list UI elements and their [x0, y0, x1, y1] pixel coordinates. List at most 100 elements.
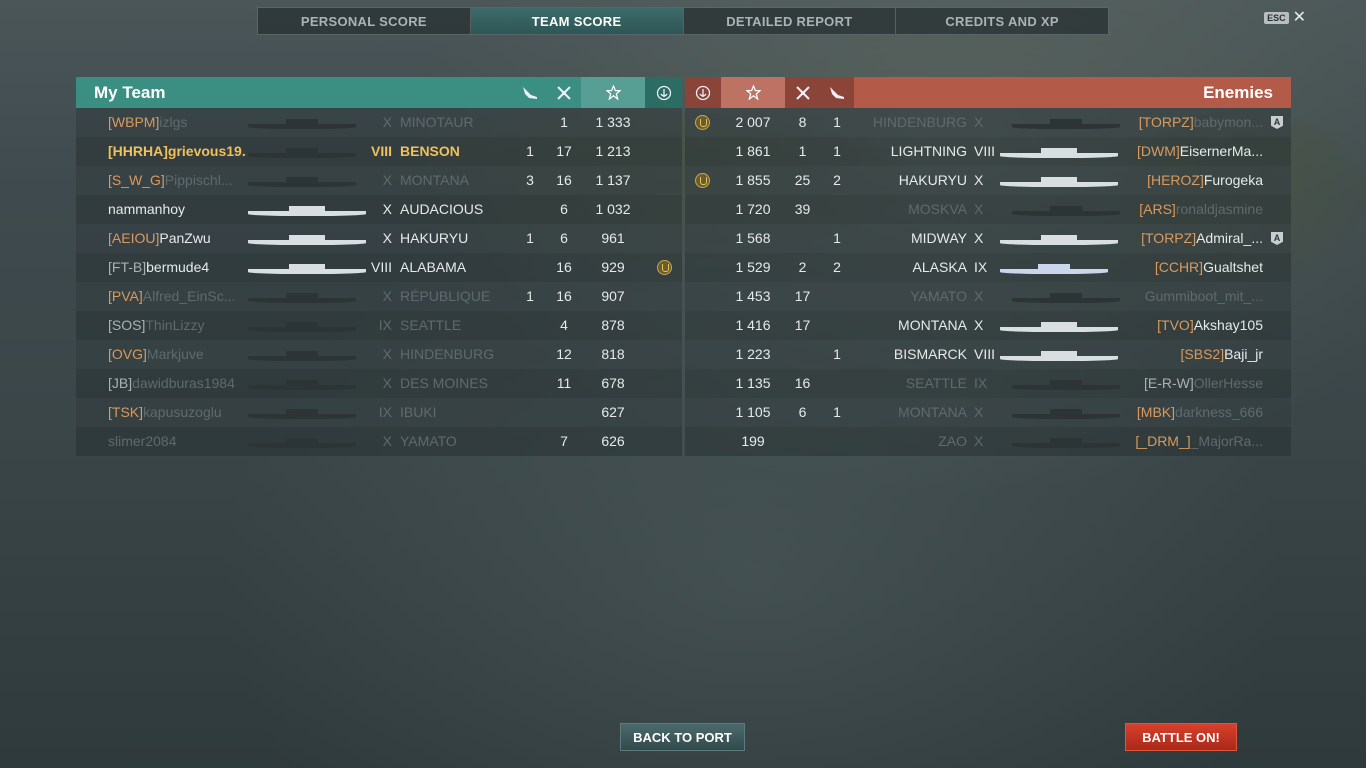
ship-tier: VIII [974, 143, 996, 159]
my-team-row[interactable]: [JB]dawidburas1984 X DES MOINES 11 678 [76, 369, 682, 398]
enemy-row[interactable]: 1 855 25 2 HAKURYU X [HEROZ]Furogeka [685, 166, 1291, 195]
ship-tier: IX [974, 375, 988, 391]
player-name-cell: [JB]dawidburas1984 [108, 369, 246, 398]
planes-destroyed: 1 [833, 346, 841, 362]
enemy-row[interactable]: 1 720 39 MOSKVA X [ARS]ronaldjasmine [685, 195, 1291, 224]
ship-tier: VIII [370, 259, 392, 275]
player-name: babymon... [1193, 114, 1263, 130]
player-name: kapusuzoglu [143, 404, 222, 420]
player-name: izlgs [159, 114, 188, 130]
enemy-row[interactable]: 2 007 8 1 HINDENBURG X [TORPZ]babymon... A [685, 108, 1291, 137]
ship-silhouette-icon [1000, 175, 1118, 187]
my-team-row[interactable]: [PVA]Alfred_EinSc... X RÉPUBLIQUE 1 16 907 [76, 282, 682, 311]
planes-destroyed: 1 [833, 143, 841, 159]
ship-silhouette-icon [248, 436, 356, 448]
tab-detailed-report[interactable]: DETAILED REPORT [684, 8, 897, 34]
ship-tier: X [974, 433, 984, 449]
ship-name: ALABAMA [400, 259, 467, 275]
ship-tier: X [974, 114, 984, 130]
enemy-row[interactable]: 1 223 1 BISMARCK VIII [SBS2]Baji_jr [685, 340, 1291, 369]
player-name-cell: [AEIOU]PanZwu [108, 224, 246, 253]
clan-tag: [TORPZ] [1138, 114, 1194, 130]
base-xp-score: 907 [601, 288, 625, 304]
planes-destroyed [513, 253, 547, 282]
kills-count: 12 [556, 346, 572, 362]
enemy-row[interactable]: 1 529 2 2 ALASKA IX [CCHR]Gualtshet [685, 253, 1291, 282]
enemy-row[interactable]: 199 ZAO X [_DRM_]_MajorRa... [685, 427, 1291, 456]
base-xp-score: 1 855 [735, 172, 771, 188]
back-to-port-button[interactable]: BACK TO PORT [620, 723, 745, 751]
tab-personal-score[interactable]: PERSONAL SCORE [258, 8, 471, 34]
my-team-row[interactable]: slimer2084 X YAMATO 7 626 [76, 427, 682, 456]
kills-count: 1 [798, 143, 807, 159]
kills-count: 25 [794, 172, 811, 188]
player-name-cell: nammanhoy [108, 195, 246, 224]
base-xp-score: 1 135 [735, 375, 771, 391]
ship-tier: X [382, 288, 392, 304]
close-control[interactable]: ESC ✕ [1264, 10, 1306, 26]
player-name-cell: [HEROZ]Furogeka [1117, 166, 1263, 195]
medal-icon [657, 260, 672, 275]
kills-count: 16 [556, 288, 572, 304]
my-team-row[interactable]: [FT-B]bermude4 VIII ALABAMA 16 929 [76, 253, 682, 282]
kills-count: 17 [556, 143, 572, 159]
close-icon[interactable]: ✕ [1293, 10, 1306, 26]
enemy-row[interactable]: 1 105 6 1 MONTANA X [MBK]darkness_666 [685, 398, 1291, 427]
player-name: ThinLizzy [145, 317, 205, 333]
player-name: dawidburas1984 [132, 375, 235, 391]
player-name-cell: [TORPZ]babymon... [1117, 108, 1263, 137]
my-team-row[interactable]: [AEIOU]PanZwu X HAKURYU 1 6 961 [76, 224, 682, 253]
tab-team-score[interactable]: TEAM SCORE [470, 8, 684, 34]
my-team-row[interactable]: [S_W_G]Pippischl... X MONTANA 3 16 1 137 [76, 166, 682, 195]
clan-tag: [HHRHA] [108, 143, 168, 159]
clan-tag: [OVG] [108, 346, 147, 362]
enemy-row[interactable]: 1 416 17 MONTANA X [TVO]Akshay105 [685, 311, 1291, 340]
ship-name: LIGHTNING [890, 143, 967, 159]
planes-destroyed: 3 [526, 172, 534, 188]
ship-silhouette-icon [1000, 349, 1118, 361]
my-team-row[interactable]: [TSK]kapusuzoglu IX IBUKI 627 [76, 398, 682, 427]
my-team-row[interactable]: [WBPM]izlgs X MINOTAUR 1 1 333 [76, 108, 682, 137]
ship-name: MOSKVA [908, 201, 967, 217]
ship-silhouette-icon [1012, 291, 1120, 303]
base-xp-score: 1 529 [735, 259, 771, 275]
enemy-row[interactable]: 1 453 17 YAMATO X Gummiboot_mit_... [685, 282, 1291, 311]
ship-name: ALASKA [912, 259, 967, 275]
player-name-cell: [TSK]kapusuzoglu [108, 398, 246, 427]
my-team-panel: My Team [WBPM]izlgs X MINOTAUR 1 1 333 [HHRHA… [76, 77, 682, 456]
player-name: EisernerMa... [1179, 143, 1263, 159]
ship-silhouette-icon [248, 117, 356, 129]
battle-on-button[interactable]: BATTLE ON! [1125, 723, 1237, 751]
player-name: _MajorRa... [1190, 433, 1263, 449]
tab-credits-and-xp[interactable]: CREDITS AND XP [896, 8, 1108, 34]
kills-count [547, 398, 581, 427]
player-name: Gualtshet [1203, 259, 1263, 275]
enemy-row[interactable]: 1 861 1 1 LIGHTNING VIII [DWM]EisernerMa... [685, 137, 1291, 166]
player-name: nammanhoy [108, 201, 186, 217]
base-xp-score: 199 [741, 433, 765, 449]
player-name-cell: [SBS2]Baji_jr [1117, 340, 1264, 369]
kills-count: 16 [556, 172, 572, 188]
ship-tier: X [382, 433, 392, 449]
player-name-cell: [WBPM]izlgs [108, 108, 246, 137]
enemy-row[interactable]: 1 568 1 MIDWAY X [TORPZ]Admiral_... A [685, 224, 1291, 253]
esc-key-badge: ESC [1264, 12, 1289, 24]
planes-destroyed [513, 108, 547, 137]
my-team-row[interactable]: [HHRHA]grievous19... VIII BENSON 1 17 1 213 [76, 137, 682, 166]
enemy-row[interactable]: 1 135 16 SEATTLE IX [E-R-W]OllerHesse [685, 369, 1291, 398]
clan-tag: [HEROZ] [1147, 172, 1204, 188]
ship-silhouette-icon [1000, 146, 1118, 158]
ship-name: IBUKI [400, 404, 437, 420]
kills-count: 4 [560, 317, 568, 333]
my-team-row[interactable]: nammanhoy X AUDACIOUS 6 1 032 [76, 195, 682, 224]
my-team-row[interactable]: [SOS]ThinLizzy IX SEATTLE 4 878 [76, 311, 682, 340]
kills-count: 6 [560, 230, 568, 246]
medal-icon [685, 77, 721, 108]
base-xp-score: 1 223 [735, 346, 771, 362]
star-icon [721, 77, 785, 108]
my-team-row[interactable]: [OVG]Markjuve X HINDENBURG 12 818 [76, 340, 682, 369]
clan-tag: [SOS] [108, 317, 146, 333]
ship-tier: VIII [974, 346, 996, 362]
planes-destroyed: 1 [833, 230, 841, 246]
ship-silhouette-icon [248, 349, 356, 361]
